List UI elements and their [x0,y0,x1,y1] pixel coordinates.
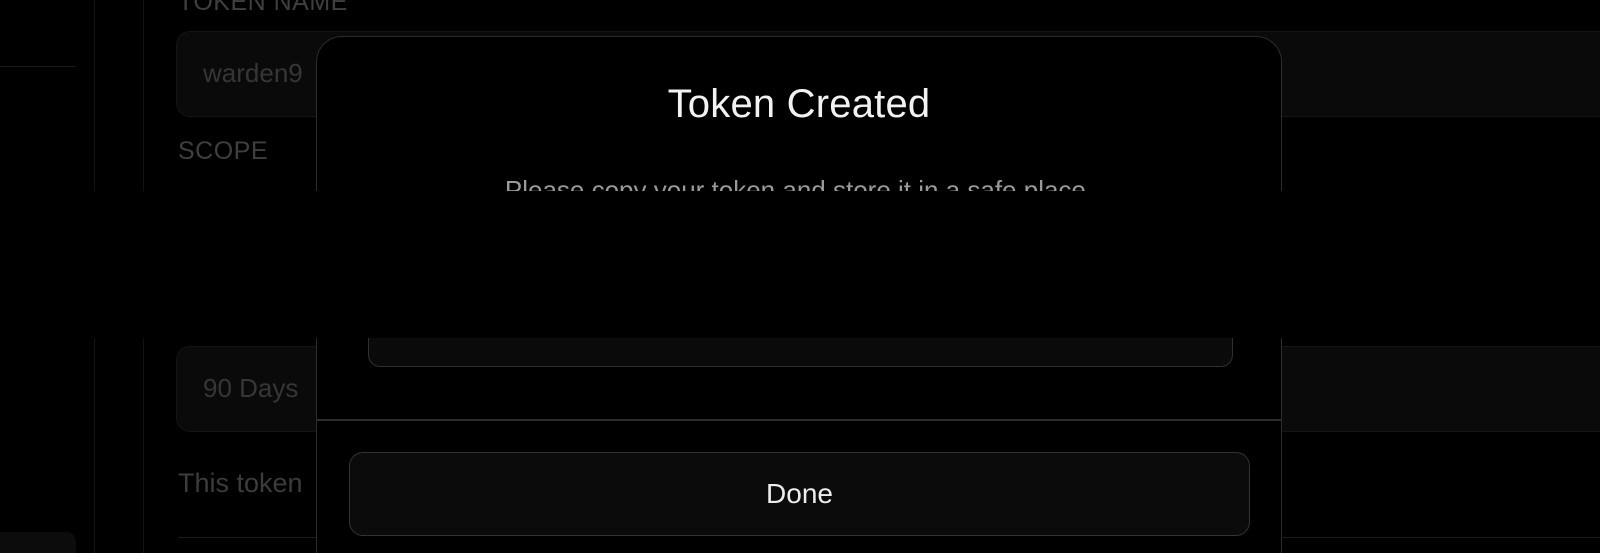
expiry-help-text: This token [178,468,303,498]
scope-label: SCOPE [178,137,269,165]
token-name-value: warden9 [203,58,303,88]
sidebar-footer-item [0,532,76,553]
page: TOKEN NAME warden9 SCOPE 90 Days This to… [0,0,1600,553]
dialog-title: Token Created [667,82,931,126]
dialog-footer-divider [317,419,1281,421]
token-name-label: TOKEN NAME [178,0,348,16]
expiry-value: 90 Days [203,373,299,403]
occlusion-band [0,191,1600,338]
done-button[interactable]: Done [349,452,1250,536]
sidebar-divider [0,66,76,67]
